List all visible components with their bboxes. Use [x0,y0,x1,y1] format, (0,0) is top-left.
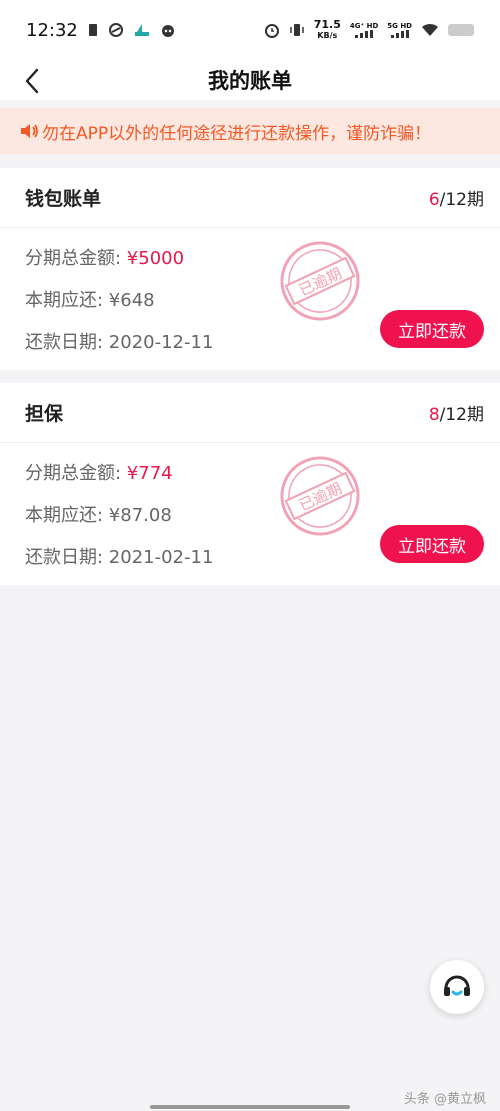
due-amount-label: 本期应还: [25,290,109,311]
due-date-value: 2021-02-11 [108,547,214,568]
period-current: 8 [428,405,440,425]
pay-now-button[interactable]: 立即还款 [380,525,484,563]
bill-card-body: 分期总金额: ¥5000 本期应还: ¥648 还款日期: 2020-12-11… [0,228,500,370]
signal-5g: 5G HD [387,22,412,38]
installment-period: 8/12期 [429,400,484,425]
due-amount-row: 本期应还: ¥648 [25,286,155,312]
total-amount-value: ¥774 [126,463,173,484]
due-date-label: 还款日期: [25,332,109,353]
installment-period: 6/12期 [429,185,484,210]
due-amount-value: ¥87.08 [108,505,172,526]
speaker-icon [21,124,38,138]
wifi-icon [422,23,438,36]
bill-card-header: 钱包账单 6/12期 [0,168,500,228]
alarm-icon [264,24,279,38]
headset-icon [444,975,470,996]
bill-title: 钱包账单 [25,188,102,210]
cat-icon [161,25,174,37]
warning-notice: 勿在APP以外的任何途径进行还款操作，谨防诈骗！ [0,108,500,154]
net-speed-value: 71.5 [313,18,341,31]
bill-card-header: 担保 8/12期 [0,383,500,443]
signal-5g-label: 5G HD [387,22,412,30]
signal-4g: 4G⁺ HD [350,22,378,38]
period-current: 6 [428,190,440,210]
home-indicator[interactable] [150,1105,350,1109]
bill-card-body: 分期总金额: ¥774 本期应还: ¥87.08 还款日期: 2021-02-1… [0,443,500,585]
due-amount-value: ¥648 [108,290,155,311]
boat-icon [134,24,149,36]
due-date-row: 还款日期: 2020-12-11 [25,328,213,354]
overdue-stamp: 已逾期 [280,456,360,536]
vibrate-icon [289,24,304,36]
app-notification-icon [108,23,123,37]
status-bar: 12:32 71.5 KB/s 4G⁺ HD 5G HD [0,0,500,60]
period-total: /12期 [439,405,484,425]
bill-card: 钱包账单 6/12期 分期总金额: ¥5000 本期应还: ¥648 还款日期:… [0,168,500,370]
due-date-row: 还款日期: 2021-02-11 [25,543,213,569]
pay-now-button[interactable]: 立即还款 [380,310,484,348]
due-date-value: 2020-12-11 [108,332,214,353]
net-speed: 71.5 KB/s [314,19,341,41]
signal-4g-label: 4G⁺ HD [349,22,379,30]
notice-text: 勿在APP以外的任何途径进行还款操作，谨防诈骗！ [42,123,432,144]
status-time: 12:32 [26,19,78,41]
total-amount-value: ¥5000 [126,248,185,269]
battery-icon [448,24,474,36]
due-amount-row: 本期应还: ¥87.08 [25,501,172,527]
back-arrow-icon[interactable] [18,66,48,96]
net-speed-unit: KB/s [317,31,338,40]
customer-service-button[interactable] [430,960,484,1014]
signal-bars-icon [390,30,409,38]
nav-bar: 我的账单 [0,60,500,100]
bill-card: 担保 8/12期 分期总金额: ¥774 本期应还: ¥87.08 还款日期: … [0,383,500,585]
signal-bars-icon [355,30,374,38]
total-amount-row: 分期总金额: ¥774 [25,459,173,485]
page-title: 我的账单 [208,69,292,93]
period-total: /12期 [439,190,484,210]
bill-title: 担保 [25,403,64,425]
overdue-stamp: 已逾期 [280,241,360,321]
due-date-label: 还款日期: [25,547,109,568]
total-amount-label: 分期总金额: [25,463,127,484]
due-amount-label: 本期应还: [25,505,109,526]
watermark-text: 头条 @黄立枫 [403,1092,486,1107]
total-amount-label: 分期总金额: [25,248,127,269]
total-amount-row: 分期总金额: ¥5000 [25,244,184,270]
sim-icon [88,24,97,36]
